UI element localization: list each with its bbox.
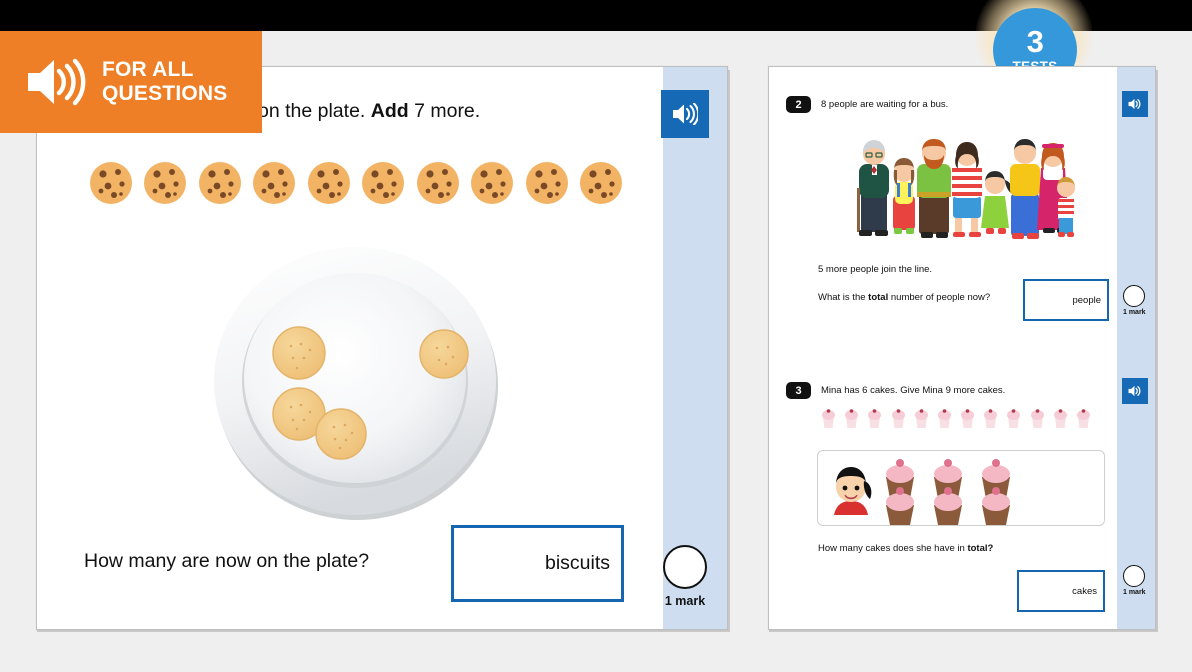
family-group-illustration xyxy=(853,128,1077,256)
left-question-text-part1: on the plate. xyxy=(258,100,371,122)
cookie-icon xyxy=(307,162,350,204)
cupcake-icon xyxy=(1053,409,1067,428)
question-2-mark-indicator: 1 mark xyxy=(1123,285,1146,316)
question-2-heading: 8 people are waiting for a bus. xyxy=(821,99,949,110)
question-2-number: 2 xyxy=(786,96,811,113)
cookie-icon xyxy=(579,162,622,204)
mark-label: 1 mark xyxy=(664,594,706,608)
left-question-text-part2: 7 more. xyxy=(408,100,481,122)
speaker-icon xyxy=(28,58,86,106)
left-mark-indicator: 1 mark xyxy=(663,545,707,608)
cupcake-icon xyxy=(984,409,998,428)
left-question-text-bold: Add xyxy=(370,100,409,122)
mark-circle xyxy=(1123,565,1146,587)
cookie-row xyxy=(88,157,624,209)
tests-count-number: 3 xyxy=(1026,24,1044,60)
question-2-line2-post: number of people now? xyxy=(888,292,991,303)
question-2-line2: What is the total number of people now? xyxy=(818,292,990,303)
question-3-number: 3 xyxy=(786,382,811,399)
question-3-audio-button[interactable] xyxy=(1122,378,1148,404)
left-question-prompt: How many are now on the plate? xyxy=(84,550,370,572)
mark-circle xyxy=(663,545,707,589)
cupcake-icon xyxy=(891,409,905,428)
banner-line-1: FOR ALL xyxy=(102,58,194,82)
question-2-line2-pre: What is the xyxy=(818,292,869,303)
cupcake-icon xyxy=(1030,409,1044,428)
cookie-icon xyxy=(144,162,187,204)
banner-line-2: QUESTIONS xyxy=(102,82,228,105)
right-marks-column xyxy=(1117,67,1155,629)
cupcake-icon xyxy=(822,409,835,428)
mina-cakes-box xyxy=(817,450,1105,526)
cupcake-icon xyxy=(961,409,975,428)
cupcake-icon xyxy=(937,409,951,428)
left-answer-box[interactable]: biscuits xyxy=(451,525,624,602)
question-2-line2-bold: total xyxy=(868,292,889,303)
mark-circle xyxy=(1123,285,1146,307)
question-3-mark-indicator: 1 mark xyxy=(1123,565,1146,596)
cookie-icon xyxy=(198,162,241,204)
question-3-prompt-pre: How many cakes does she have in xyxy=(818,543,968,554)
cookie-icon xyxy=(416,162,459,204)
cookie-icon xyxy=(362,162,405,204)
cookie-icon xyxy=(90,162,132,204)
cupcake-icon xyxy=(914,409,928,428)
plate-with-biscuits xyxy=(205,238,505,523)
question-3-answer-box[interactable]: cakes xyxy=(1017,570,1105,612)
cupcake-icon xyxy=(868,409,882,428)
question-2-audio-button[interactable] xyxy=(1122,91,1148,117)
question-2-answer-unit: people xyxy=(1072,294,1101,306)
cookie-icon xyxy=(253,162,296,204)
question-2-line1: 5 more people join the line. xyxy=(818,264,933,275)
speaker-icon xyxy=(1128,98,1141,110)
girl-avatar xyxy=(834,467,872,515)
question-3-answer-unit: cakes xyxy=(1072,585,1097,597)
left-audio-button[interactable] xyxy=(661,90,709,138)
question-3-prompt-bold: total? xyxy=(967,543,994,554)
question-3-prompt: How many cakes does she have in total? xyxy=(818,543,993,554)
cupcake-icon xyxy=(1076,409,1090,428)
left-answer-unit: biscuits xyxy=(544,552,610,574)
cupcake-icon xyxy=(1007,409,1021,428)
question-3-heading: Mina has 6 cakes. Give Mina 9 more cakes… xyxy=(821,385,1006,396)
cupcake-icon xyxy=(845,409,859,428)
cupcake-group xyxy=(886,487,1010,525)
speaker-icon xyxy=(1128,385,1141,397)
speaker-icon xyxy=(673,103,698,125)
banner-text: FOR ALL QUESTIONS xyxy=(102,58,227,105)
mark-label: 1 mark xyxy=(1123,309,1146,316)
left-question-text: on the plate. Add 7 more. xyxy=(258,100,480,123)
cookie-icon xyxy=(471,162,514,204)
cookie-icon xyxy=(525,162,568,204)
cupcake-strip xyxy=(820,404,1092,430)
for-all-questions-banner[interactable]: FOR ALL QUESTIONS xyxy=(0,31,262,133)
mark-label: 1 mark xyxy=(1123,589,1146,596)
question-2-answer-box[interactable]: people xyxy=(1023,279,1109,321)
